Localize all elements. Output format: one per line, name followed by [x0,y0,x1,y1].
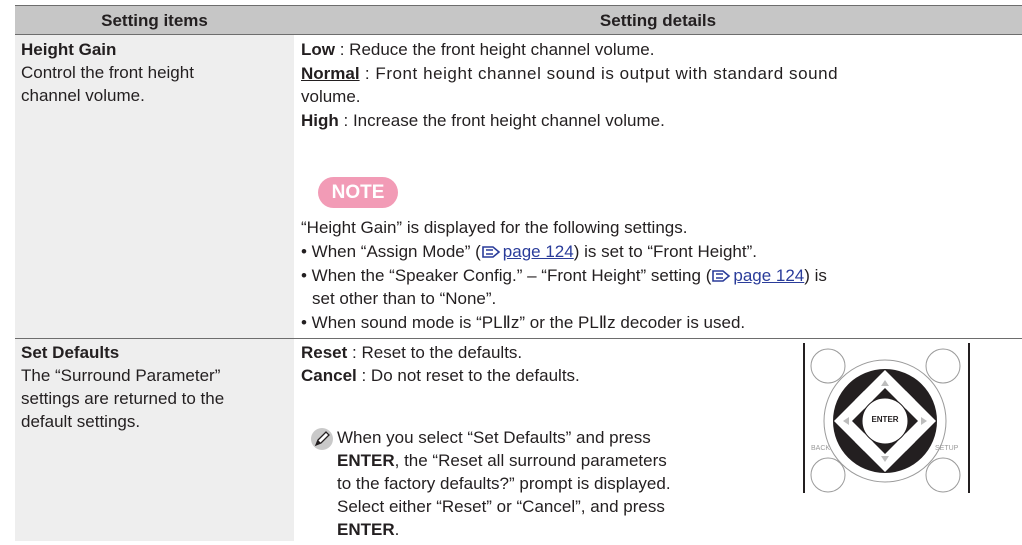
page-124-link-2[interactable]: page 124 [733,266,804,285]
tip-line-5: ENTER. [337,520,400,539]
tip-line-4: Select either “Reset” or “Cancel”, and p… [337,497,665,516]
height-gain-desc-2: channel volume. [21,86,145,105]
low-label: Low [301,40,335,59]
set-defaults-desc-2: settings are returned to the [21,389,225,408]
normal-text-2: volume. [301,87,361,106]
low-text: : Reduce the front height channel volume… [335,40,655,59]
note-bullet-1: • When “Assign Mode” (page 124) is set t… [301,240,757,266]
note-badge: NOTE [318,177,398,208]
high-option: High : Increase the front height channel… [301,109,665,132]
header-setting-details: Setting details [599,11,717,30]
low-option: Low : Reduce the front height channel vo… [301,38,654,61]
header-setting-items: Setting items [101,11,208,30]
page-124-link[interactable]: page 124 [503,242,574,261]
normal-label: Normal [301,64,360,83]
set-defaults-desc-1: The “Surround Parameter” [21,366,221,385]
height-gain-desc-1: Control the front height [21,63,194,82]
note-bullet-2-cont: set other than to “None”. [312,289,497,308]
table-header: Setting items Setting details [15,5,1022,35]
note-bullet-3: • When sound mode is “PLⅡz” or the PLⅡz … [301,313,746,332]
remote-illustration: ENTER BACK SETUP [803,343,970,495]
normal-text: : Front height channel sound is output w… [359,64,839,83]
normal-option: Normal : Front height channel sound is o… [301,62,1005,85]
page-reference-icon [481,243,503,266]
set-defaults-title: Set Defaults [21,343,120,362]
cancel-option: Cancel : Do not reset to the defaults. [301,366,580,385]
reset-option: Reset : Reset to the defaults. [301,343,523,362]
height-gain-title: Height Gain [21,40,117,59]
items-column [15,35,294,541]
enter-button: ENTER [871,415,899,424]
reset-label: Reset [301,343,348,362]
back-label: BACK [811,445,831,452]
setup-label: SETUP [935,445,959,452]
pencil-icon [311,428,333,450]
high-label: High [301,111,339,130]
page-reference-icon [711,267,733,290]
set-defaults-desc-3: default settings. [21,412,141,431]
high-text: : Increase the front height channel volu… [338,111,665,130]
column-divider [294,35,295,541]
note-intro: “Height Gain” is displayed for the follo… [301,218,688,237]
tip-line-3: to the factory defaults?” prompt is disp… [337,474,671,493]
row-divider [15,338,1022,339]
cancel-label: Cancel [301,366,357,385]
tip-line-2: ENTER, the “Reset all surround parameter… [337,451,667,470]
tip-line-1: When you select “Set Defaults” and press [337,428,651,447]
